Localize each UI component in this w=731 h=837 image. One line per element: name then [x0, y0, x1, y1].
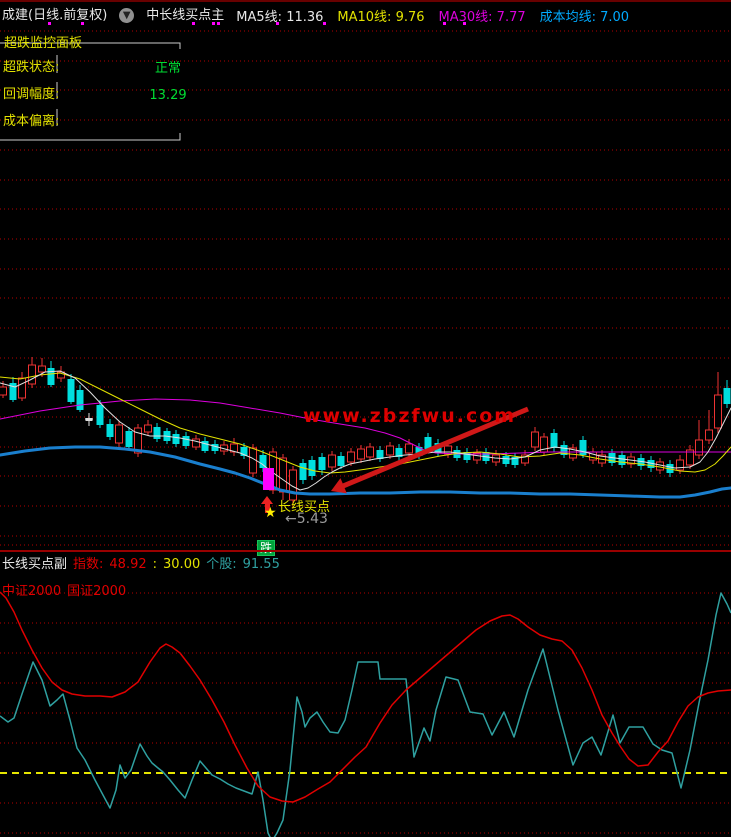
star-icon: ★: [264, 505, 277, 521]
candle-down: [173, 434, 180, 444]
monitor-row-value-0: 正常: [138, 61, 198, 76]
sub-series-label-0: 中证2000: [2, 584, 61, 599]
candle-up: [358, 449, 365, 459]
candle-up: [19, 378, 26, 398]
stock-title: 成建(日线.前复权): [2, 8, 107, 23]
price-callout-label: ←5.43: [285, 511, 328, 527]
candle-up: [657, 462, 664, 470]
candle-down: [300, 463, 307, 480]
sub-legend-item-4: 个股:: [206, 557, 236, 572]
candle-up: [367, 447, 374, 457]
candle-up: [677, 460, 684, 470]
app-window: ★ 成建(日线.前复权) ▼ 中长线买点主 MA5线: 11.36 MA10线: …: [0, 0, 731, 837]
monitor-row-label-2: 成本偏离:: [3, 114, 59, 129]
candle-down: [68, 379, 75, 402]
candle-down: [97, 405, 104, 425]
candle-down: [309, 460, 316, 476]
candle-up: [532, 432, 539, 447]
candle-up: [706, 430, 713, 440]
candle-up: [387, 446, 394, 455]
candle-up: [348, 452, 355, 462]
candle-down: [580, 440, 587, 455]
ma-legend-item-3: 成本均线: 7.00: [540, 6, 629, 25]
sub-series-labels: 中证2000 国证2000: [2, 584, 126, 599]
monitor-row-label-0: 超跌状态:: [3, 60, 59, 75]
monitor-panel-title: 超跌监控面板: [4, 36, 82, 51]
cost-line-line: [0, 447, 731, 497]
candle-down: [503, 456, 510, 464]
sub-legend-item-5: 91.55: [243, 557, 280, 572]
pane-divider[interactable]: [0, 550, 731, 552]
candle-down: [154, 427, 161, 439]
panel-frame-bottom: [0, 133, 180, 140]
sub-legend-item-2: :: [153, 557, 157, 572]
drop-badge: 跌: [257, 540, 275, 556]
candle-down: [107, 424, 114, 437]
candle-down: [260, 455, 267, 468]
candle-up: [280, 458, 287, 492]
candle-up: [406, 444, 413, 453]
candle-down: [551, 433, 558, 448]
top-bar: 成建(日线.前复权) ▼ 中长线买点主 MA5线: 11.36 MA10线: 9.…: [2, 6, 629, 25]
candle-up: [39, 366, 46, 372]
ma-legend: MA5线: 11.36 MA10线: 9.76 MA30线: 7.77 成本均线: 7…: [236, 6, 629, 25]
monitor-row-label-1: 回调幅度:: [3, 87, 59, 102]
signal-bar: [263, 468, 274, 490]
candle-up: [29, 365, 36, 384]
candle-down: [48, 368, 55, 385]
sub-legend: 指数: 48.92:30.00 个股: 91.55: [73, 557, 280, 572]
candle-up: [116, 425, 123, 443]
candle-up: [696, 440, 703, 455]
candle-down: [77, 390, 84, 410]
sub-series-国证2000: [0, 593, 731, 837]
candle-down: [724, 388, 731, 404]
candle-up: [715, 395, 722, 428]
candle-down: [126, 431, 133, 447]
ma-legend-item-2: MA30线: 7.77: [439, 6, 526, 25]
candle-down: [319, 457, 326, 470]
candle-up: [145, 425, 152, 432]
candle-up: [445, 446, 452, 454]
main-indicator-name[interactable]: 中长线买点主: [146, 8, 224, 23]
monitor-row-value-1: 13.29: [138, 88, 198, 103]
chevron-down-icon[interactable]: ▼: [119, 8, 134, 23]
sub-legend-item-3: 30.00: [163, 557, 200, 572]
candle-down: [619, 455, 626, 465]
candle-up: [329, 455, 336, 467]
candle-down: [338, 456, 345, 466]
watermark: www.zbzfwu.com: [303, 405, 516, 427]
sub-legend-item-1: 48.92: [109, 557, 146, 572]
candles: [0, 357, 731, 505]
ma-legend-item-1: MA10线: 9.76: [337, 6, 424, 25]
sub-legend-item-0: 指数:: [73, 557, 103, 572]
sub-series-label-1: 国证2000: [67, 584, 126, 599]
sub-pane-header: 长线买点副 指数: 48.92:30.00 个股: 91.55: [2, 557, 280, 572]
sub-indicator-name[interactable]: 长线买点副: [2, 557, 67, 572]
candle-up: [193, 439, 200, 447]
sub-series-中证2000: [0, 592, 731, 802]
candle-down: [183, 436, 190, 446]
candle-up: [0, 387, 7, 395]
ma-legend-item-0: MA5线: 11.36: [236, 6, 323, 25]
